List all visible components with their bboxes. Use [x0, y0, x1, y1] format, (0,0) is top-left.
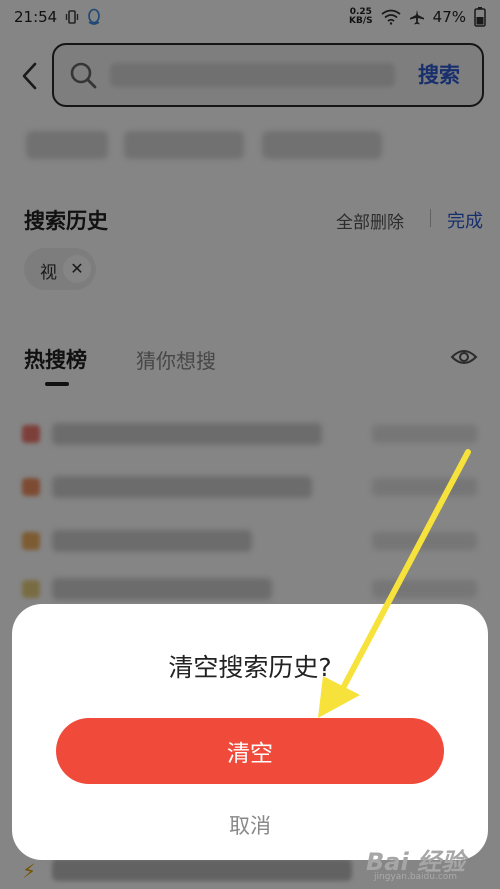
watermark-sub: jingyan.baidu.com	[374, 872, 458, 882]
confirm-dialog: 清空搜索历史? 清空 取消	[12, 604, 488, 860]
dialog-title: 清空搜索历史?	[168, 653, 332, 682]
clear-confirm-label: 清空	[227, 741, 273, 767]
watermark-logo: Bai 经验 jingyan.baidu.com	[366, 840, 496, 886]
clear-confirm-button[interactable]: 清空	[56, 718, 444, 784]
cancel-button[interactable]: 取消	[200, 810, 300, 840]
